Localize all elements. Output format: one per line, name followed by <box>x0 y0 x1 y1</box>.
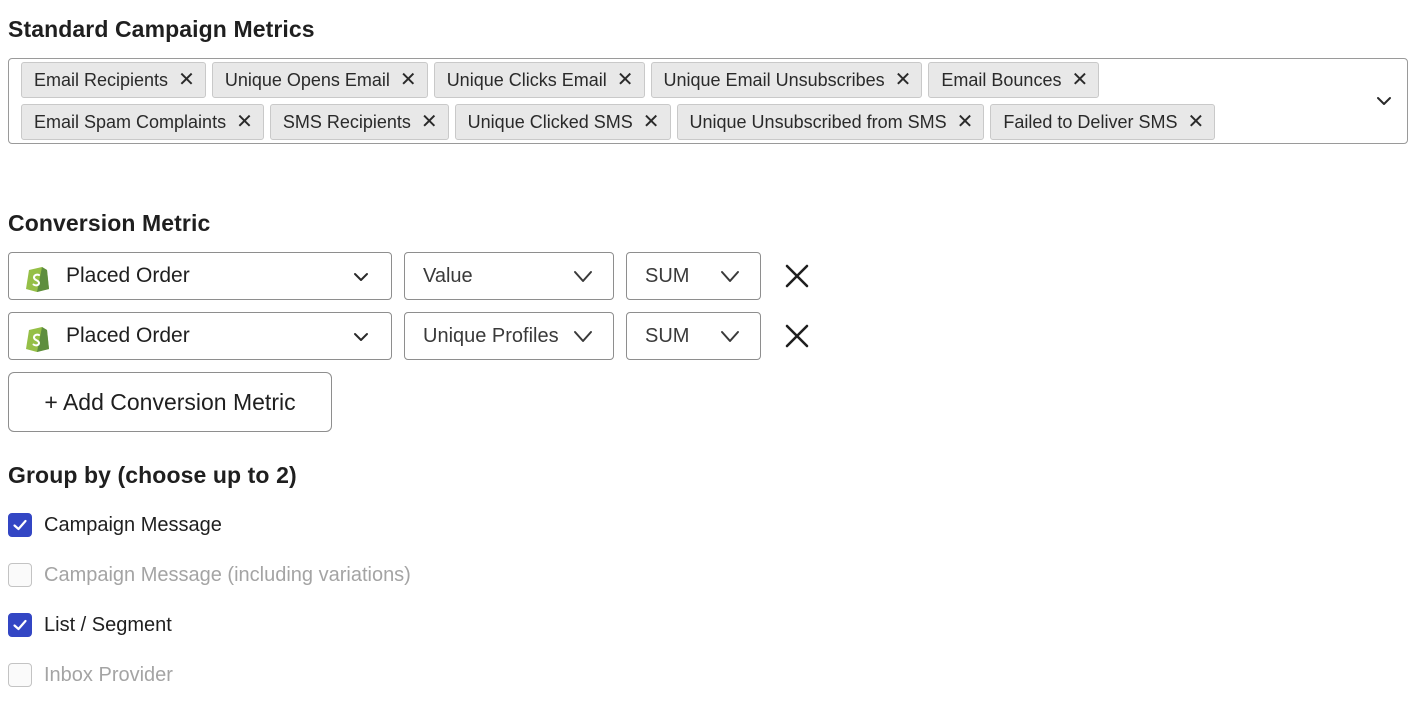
standard-metrics-multiselect[interactable]: Email Recipients ✕ Unique Opens Email ✕ Un… <box>8 58 1408 144</box>
conversion-aggregate-select[interactable]: SUM <box>626 312 761 360</box>
conversion-aggregate-value: SUM <box>645 324 690 347</box>
tag-row-1: Email Recipients ✕ Unique Opens Email ✕ Un… <box>21 62 1100 98</box>
remove-tag-icon[interactable]: ✕ <box>178 70 195 90</box>
remove-tag-icon[interactable]: ✕ <box>1071 70 1088 90</box>
shopify-icon <box>26 327 49 352</box>
remove-tag-icon[interactable]: ✕ <box>643 112 660 132</box>
metric-tag-label: Unique Clicks Email <box>446 69 607 90</box>
add-conversion-metric-button[interactable]: + Add Conversion Metric <box>8 372 332 432</box>
metric-tag: Unique Unsubscribed from SMS ✕ <box>676 104 985 140</box>
metric-tag: SMS Recipients ✕ <box>269 104 449 140</box>
conversion-property-value: Value <box>423 264 473 287</box>
metric-tag: Email Bounces ✕ <box>928 62 1100 98</box>
remove-tag-icon[interactable]: ✕ <box>895 70 912 90</box>
chevron-down-icon[interactable] <box>1375 92 1393 110</box>
chevron-down-icon <box>721 331 739 342</box>
metric-tag: Email Recipients ✕ <box>21 62 206 98</box>
remove-conversion-icon[interactable] <box>784 323 810 349</box>
conversion-metric-value: Placed Order <box>66 324 190 347</box>
remove-tag-icon[interactable]: ✕ <box>421 112 438 132</box>
checkbox-checked[interactable] <box>8 513 32 537</box>
metric-tag: Unique Opens Email ✕ <box>211 62 428 98</box>
group-by-option-list-segment[interactable]: List / Segment <box>8 613 172 637</box>
remove-tag-icon[interactable]: ✕ <box>400 70 417 90</box>
conversion-metric-select[interactable]: Placed Order <box>8 312 392 360</box>
metric-tag-label: Failed to Deliver SMS <box>1003 111 1178 132</box>
metric-tag: Failed to Deliver SMS ✕ <box>990 104 1216 140</box>
checkbox-checked[interactable] <box>8 613 32 637</box>
conversion-aggregate-select[interactable]: SUM <box>626 252 761 300</box>
conversion-metric-select[interactable]: Placed Order <box>8 252 392 300</box>
standard-metrics-title: Standard Campaign Metrics <box>8 16 315 42</box>
remove-tag-icon[interactable]: ✕ <box>1187 112 1204 132</box>
conversion-property-select[interactable]: Value <box>404 252 614 300</box>
checkbox-disabled[interactable] <box>8 563 32 587</box>
shopify-icon <box>26 267 49 292</box>
chevron-down-icon <box>574 331 592 342</box>
checkbox-label: Campaign Message (including variations) <box>44 563 411 586</box>
metric-tag-label: Unique Email Unsubscribes <box>663 69 885 90</box>
metric-tag-label: Unique Clicked SMS <box>467 111 633 132</box>
group-by-title: Group by (choose up to 2) <box>8 462 297 488</box>
checkmark-icon <box>13 619 27 631</box>
metric-tag: Unique Clicks Email ✕ <box>433 62 645 98</box>
conversion-metric-title: Conversion Metric <box>8 210 211 236</box>
chevron-down-icon <box>354 273 368 281</box>
metric-tag-label: Unique Opens Email <box>224 69 390 90</box>
metric-tag: Unique Clicked SMS ✕ <box>454 104 671 140</box>
group-by-option-campaign-message-variations[interactable]: Campaign Message (including variations) <box>8 563 411 587</box>
remove-tag-icon[interactable]: ✕ <box>236 112 253 132</box>
group-by-option-inbox-provider[interactable]: Inbox Provider <box>8 663 173 687</box>
chevron-down-icon <box>574 271 592 282</box>
metric-tag-label: SMS Recipients <box>282 111 411 132</box>
checkbox-label: List / Segment <box>44 613 172 636</box>
conversion-property-value: Unique Profiles <box>423 324 559 347</box>
metric-tag: Email Spam Complaints ✕ <box>21 104 264 140</box>
conversion-aggregate-value: SUM <box>645 264 690 287</box>
metric-tag-label: Unique Unsubscribed from SMS <box>689 111 947 132</box>
metric-tag-label: Email Spam Complaints <box>34 111 227 132</box>
checkbox-label: Inbox Provider <box>44 663 173 686</box>
conversion-metric-value: Placed Order <box>66 264 190 287</box>
remove-tag-icon[interactable]: ✕ <box>957 112 974 132</box>
checkmark-icon <box>13 519 27 531</box>
chevron-down-icon <box>721 271 739 282</box>
group-by-option-campaign-message[interactable]: Campaign Message <box>8 513 222 537</box>
conversion-property-select[interactable]: Unique Profiles <box>404 312 614 360</box>
metric-tag: Unique Email Unsubscribes ✕ <box>650 62 923 98</box>
checkbox-disabled[interactable] <box>8 663 32 687</box>
chevron-down-icon <box>354 333 368 341</box>
tag-row-2: Email Spam Complaints ✕ SMS Recipients ✕ U… <box>21 104 1216 140</box>
metric-tag-label: Email Recipients <box>34 69 169 90</box>
remove-tag-icon[interactable]: ✕ <box>617 70 634 90</box>
remove-conversion-icon[interactable] <box>784 263 810 289</box>
checkbox-label: Campaign Message <box>44 513 222 536</box>
metric-tag-label: Email Bounces <box>941 69 1062 90</box>
